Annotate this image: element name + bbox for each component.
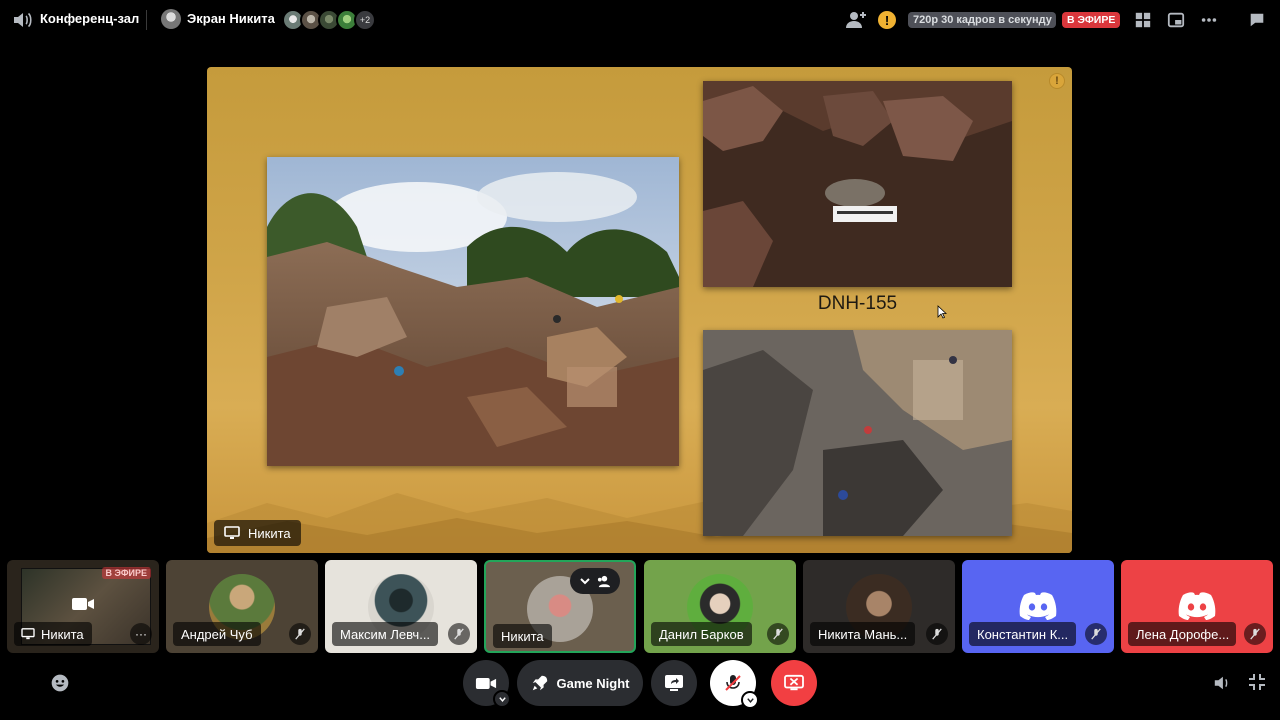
participant-tile[interactable]: Никита Мань... bbox=[803, 560, 955, 653]
popout-window-icon[interactable] bbox=[1166, 10, 1186, 30]
participant-tile[interactable]: Данил Барков bbox=[644, 560, 796, 653]
participant-tile-self[interactable]: Никита bbox=[484, 560, 636, 653]
participant-name: Данил Барков bbox=[651, 622, 752, 646]
participant-strip: В ЭФИРЕ Никита ··· Андрей Чуб Максим Лев… bbox=[0, 560, 1280, 654]
participant-label: Никита bbox=[14, 622, 92, 646]
participant-tile-stream[interactable]: В ЭФИРЕ Никита ··· bbox=[7, 560, 159, 653]
mic-options-chevron[interactable] bbox=[741, 691, 759, 709]
participant-name: Лена Дорофе... bbox=[1128, 622, 1236, 646]
camera-toggle-button[interactable] bbox=[463, 660, 511, 708]
streamer-name: Никита bbox=[248, 525, 291, 541]
screen-owner-avatar bbox=[161, 9, 181, 29]
screen-owner-label[interactable]: Экран Никита bbox=[187, 11, 275, 26]
more-participants-count: +2 bbox=[354, 9, 376, 31]
warning-icon[interactable]: ! bbox=[878, 11, 896, 29]
muted-mic-icon bbox=[289, 623, 311, 645]
screen-share-button[interactable] bbox=[651, 660, 697, 706]
participant-name: Никита Мань... bbox=[810, 622, 916, 646]
streamer-name-tag: Никита bbox=[214, 520, 301, 546]
tile-options-pill[interactable] bbox=[570, 568, 620, 594]
participant-avatars[interactable]: +2 bbox=[282, 9, 376, 31]
stream-warning-icon[interactable]: ! bbox=[1049, 73, 1065, 89]
tile-more-button[interactable]: ··· bbox=[130, 623, 152, 645]
live-badge: В ЭФИРЕ bbox=[1062, 12, 1121, 28]
screen-share-icon bbox=[224, 526, 240, 539]
rocket-icon bbox=[532, 675, 547, 691]
volume-icon bbox=[1214, 676, 1228, 690]
live-badge: В ЭФИРЕ bbox=[101, 567, 151, 579]
muted-mic-icon bbox=[1244, 623, 1266, 645]
muted-mic-icon bbox=[1085, 623, 1107, 645]
camera-icon bbox=[72, 598, 94, 610]
participant-tile[interactable]: Константин К... bbox=[962, 560, 1114, 653]
participant-tile[interactable]: Лена Дорофе... bbox=[1121, 560, 1273, 653]
users-icon bbox=[598, 575, 611, 587]
smiley-icon bbox=[51, 674, 69, 692]
muted-mic-icon bbox=[448, 623, 470, 645]
excavation-photo-site bbox=[703, 330, 1012, 536]
emoji-reaction-button[interactable] bbox=[48, 671, 72, 695]
participant-name: Максим Левч... bbox=[332, 622, 439, 646]
activity-label: Game Night bbox=[556, 675, 630, 691]
volume-button[interactable] bbox=[1212, 673, 1232, 693]
stop-stream-button[interactable] bbox=[771, 660, 817, 706]
excavation-photo-main bbox=[267, 157, 679, 466]
mouse-cursor-icon bbox=[937, 305, 947, 319]
stream-quality-badge: 720p 30 кадров в секунду bbox=[908, 12, 1056, 28]
chat-icon[interactable] bbox=[1247, 10, 1267, 30]
screen-share-stage[interactable]: ! DNH-155 Никита bbox=[207, 67, 1072, 553]
collapse-fullscreen-icon bbox=[1249, 674, 1265, 690]
slide-caption: DNH-155 bbox=[817, 293, 898, 314]
video-camera-icon bbox=[475, 677, 497, 689]
camera-options-chevron[interactable] bbox=[493, 690, 511, 708]
chevron-down-icon bbox=[746, 697, 754, 703]
muted-mic-icon bbox=[926, 623, 948, 645]
header-divider bbox=[146, 10, 147, 30]
grid-layout-icon[interactable] bbox=[1133, 10, 1153, 30]
participant-name: Константин К... bbox=[969, 622, 1077, 646]
mic-muted-icon bbox=[725, 675, 741, 691]
share-screen-icon bbox=[665, 675, 683, 691]
screen-share-icon bbox=[21, 628, 35, 640]
mic-toggle-button[interactable] bbox=[710, 660, 759, 709]
participant-tile[interactable]: Андрей Чуб bbox=[166, 560, 318, 653]
more-options-icon[interactable] bbox=[1199, 10, 1219, 30]
discord-logo-icon bbox=[1178, 592, 1216, 620]
speaker-icon bbox=[12, 10, 34, 30]
activity-button[interactable]: Game Night bbox=[517, 660, 643, 706]
channel-name[interactable]: Конференц-зал bbox=[40, 11, 139, 26]
chevron-down-icon bbox=[498, 696, 506, 702]
discord-logo-icon bbox=[1019, 592, 1057, 620]
muted-mic-icon bbox=[767, 623, 789, 645]
excavation-photo-fossil bbox=[703, 81, 1012, 287]
participant-tile[interactable]: Максим Левч... bbox=[325, 560, 477, 653]
participant-name: Андрей Чуб bbox=[173, 622, 261, 646]
add-participant-icon[interactable] bbox=[845, 9, 867, 31]
chevron-down-icon bbox=[580, 578, 590, 585]
participant-name: Никита bbox=[493, 624, 552, 648]
stop-screen-share-icon bbox=[784, 674, 804, 691]
exit-fullscreen-button[interactable] bbox=[1248, 673, 1266, 691]
participant-name: Никита bbox=[41, 626, 84, 642]
call-controls: Game Night bbox=[0, 660, 1280, 709]
call-header: Конференц-зал Экран Никита +2 ! 720p 30 … bbox=[0, 0, 1280, 40]
